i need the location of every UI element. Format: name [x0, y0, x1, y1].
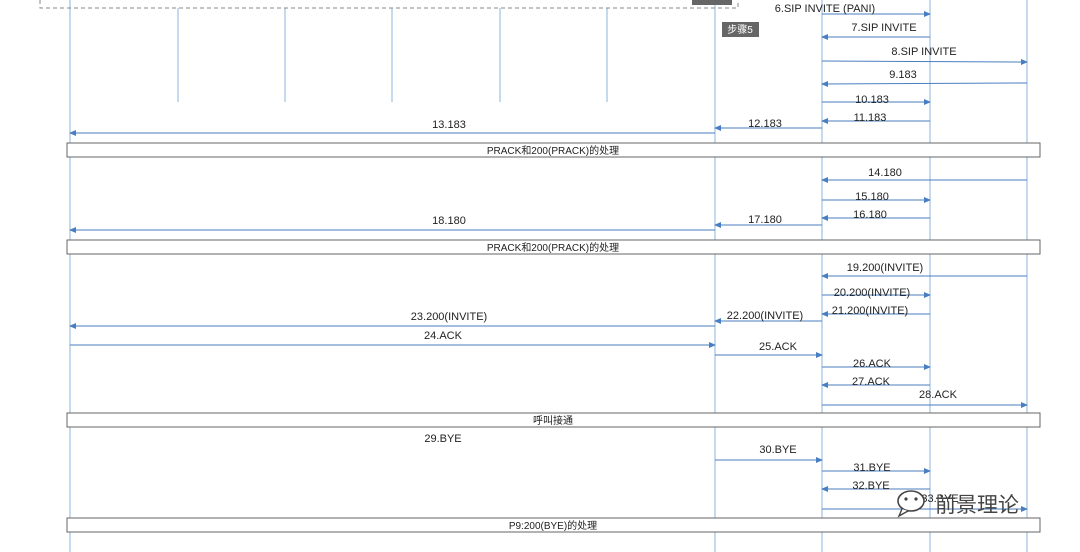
- banner-label-bye-200: P9:200(BYE)的处理: [509, 519, 597, 532]
- message-label-20: 20.200(INVITE): [834, 287, 910, 299]
- watermark: 前景理论: [897, 490, 1019, 518]
- message-label-23: 23.200(INVITE): [411, 311, 487, 323]
- message-label-30: 30.BYE: [759, 444, 796, 456]
- watermark-text: 前景理论: [935, 493, 1019, 517]
- message-label-8: 8.SIP INVITE: [891, 46, 956, 58]
- message-label-25: 25.ACK: [759, 341, 798, 353]
- message-arrow-9: [821, 80, 1028, 87]
- message-label-18: 18.180: [432, 215, 466, 227]
- messages: 6.SIP INVITE (PANI) 7.SIP INVITE 8.SIP I…: [69, 3, 1028, 512]
- message-label-29: 29.BYE: [424, 433, 461, 445]
- message-arrow-8: [821, 58, 1028, 65]
- sequence-diagram: 步骤5 6.SIP INVITE (PANI) 7.SIP INVITE 8.S…: [39, 0, 1041, 552]
- message-label-21: 21.200(INVITE): [832, 305, 908, 317]
- step-tag: 步骤5: [722, 22, 759, 37]
- message-label-14: 14.180: [868, 167, 902, 179]
- message-label-7: 7.SIP INVITE: [851, 22, 916, 34]
- message-label-16: 16.180: [853, 209, 887, 221]
- message-label-19: 19.200(INVITE): [847, 262, 923, 274]
- message-label-13: 13.183: [432, 119, 466, 131]
- message-label-17: 17.180: [748, 214, 782, 226]
- step-tag-label: 步骤5: [727, 24, 753, 36]
- banners: PRACK和200(PRACK)的处理 PRACK和200(PRACK)的处理 …: [66, 142, 1041, 533]
- message-label-26: 26.ACK: [853, 358, 892, 370]
- message-label-11: 11.183: [854, 112, 887, 124]
- message-label-15: 15.180: [855, 191, 889, 203]
- message-label-22: 22.200(INVITE): [727, 310, 803, 322]
- message-label-10: 10.183: [855, 94, 889, 106]
- chat-bubble-icon: [897, 490, 925, 518]
- dashed-step-frame: [39, 0, 739, 9]
- banner-label-call-connected: 呼叫接通: [533, 414, 573, 427]
- message-label-6: 6.SIP INVITE (PANI): [775, 3, 875, 15]
- message-label-12: 12.183: [748, 118, 782, 130]
- message-label-31: 31.BYE: [853, 462, 890, 474]
- message-label-28: 28.ACK: [919, 389, 958, 401]
- message-label-24: 24.ACK: [424, 330, 463, 342]
- message-label-32: 32.BYE: [852, 480, 889, 492]
- banner-label-prack-1: PRACK和200(PRACK)的处理: [487, 144, 619, 157]
- banner-label-prack-2: PRACK和200(PRACK)的处理: [487, 241, 619, 254]
- message-label-9: 9.183: [889, 69, 917, 81]
- message-label-27: 27.ACK: [852, 376, 891, 388]
